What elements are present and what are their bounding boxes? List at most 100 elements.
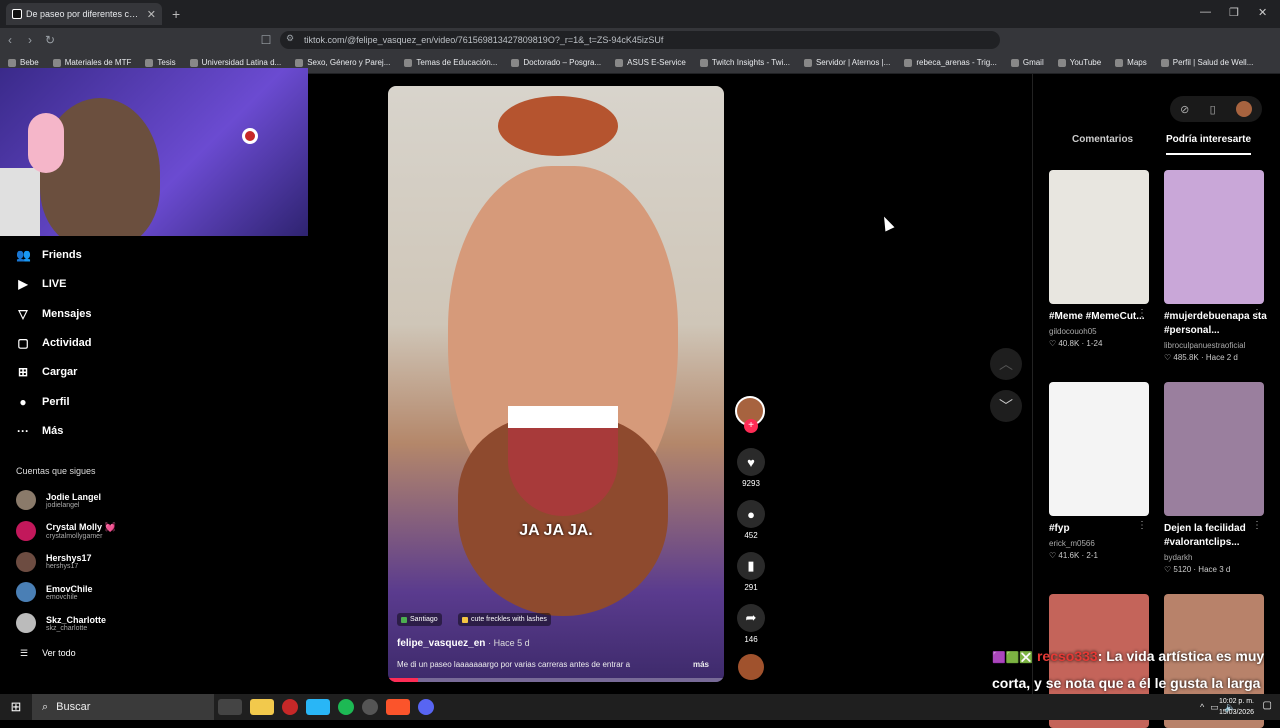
like-button[interactable]: ♥ 9293 bbox=[735, 448, 767, 488]
follow-plus-icon[interactable]: + bbox=[744, 419, 758, 433]
task-view-icon[interactable] bbox=[218, 699, 242, 715]
bookmark-icon[interactable]: ☐ bbox=[256, 33, 276, 47]
comment-button[interactable]: ● 452 bbox=[735, 500, 767, 540]
file-explorer-icon[interactable] bbox=[250, 699, 274, 715]
recommended-video-card[interactable]: Dejen la fecilidad #valorantclips... byda… bbox=[1164, 382, 1268, 574]
recommended-video-card[interactable]: #Meme #MemeCut... gildocouoh05 ♡ 40.8K · 1… bbox=[1049, 170, 1153, 348]
sidebar-item-friends[interactable]: 👥 Friends bbox=[16, 248, 82, 262]
device-icon[interactable]: ▯ bbox=[1210, 103, 1216, 116]
close-tab-icon[interactable]: ✕ bbox=[147, 8, 156, 21]
more-options-icon[interactable]: ⋮ bbox=[1252, 520, 1262, 531]
sidebar-item-cargar[interactable]: ⊞ Cargar bbox=[16, 365, 78, 380]
more-icon: ··· bbox=[17, 423, 29, 438]
bookmark-item[interactable]: Materiales de MTF bbox=[52, 58, 131, 67]
tab-recommended[interactable]: Podría interesarte bbox=[1166, 134, 1252, 155]
bookmark-label: rebeca_arenas - Trig... bbox=[916, 58, 997, 67]
forward-icon[interactable]: › bbox=[20, 33, 40, 47]
bookmark-label: Perfil | Salud de Well... bbox=[1172, 58, 1254, 67]
sidebar-item-ms[interactable]: ··· Más bbox=[16, 424, 63, 438]
reload-icon[interactable]: ↻ bbox=[40, 33, 60, 47]
more-options-icon[interactable]: ⋮ bbox=[1137, 308, 1147, 319]
recommended-video-card[interactable]: #mujerdebuenapa sta #personal... librocul… bbox=[1164, 170, 1268, 362]
video-author[interactable]: felipe_vasquez_en · Hace 5 d bbox=[397, 638, 530, 649]
author-name: felipe_vasquez_en bbox=[397, 638, 486, 649]
like-count: 9293 bbox=[742, 479, 760, 488]
brave-icon[interactable] bbox=[386, 699, 410, 715]
bookmark-item[interactable]: Temas de Educación... bbox=[404, 58, 497, 67]
more-options-icon[interactable]: ⋮ bbox=[1137, 520, 1147, 531]
sidebar-item-perfil[interactable]: ● Perfil bbox=[16, 395, 69, 409]
video-player[interactable]: JA JA JA. Santiago cute freckles with la… bbox=[388, 86, 724, 682]
save-count: 291 bbox=[744, 583, 758, 592]
bookmark-item[interactable]: rebeca_arenas - Trig... bbox=[904, 58, 997, 67]
app-blue-icon[interactable] bbox=[306, 699, 330, 715]
next-video-button[interactable]: ﹀ bbox=[990, 390, 1022, 422]
bookmark-label: Servidor | Aternos |... bbox=[815, 58, 891, 67]
bookmark-favicon-icon bbox=[904, 58, 913, 67]
taskbar-clock[interactable]: 10:02 p. m. 15/03/2026 bbox=[1219, 696, 1254, 718]
account-name: Crystal Molly 💓 bbox=[46, 521, 116, 532]
app-red-icon[interactable] bbox=[282, 699, 298, 715]
obs-icon[interactable] bbox=[362, 699, 378, 715]
post-time: · Hace 5 d bbox=[488, 638, 530, 648]
recommended-video-card[interactable]: #fyp erick_m0566 ♡ 41.6K · 2-1 ⋮ bbox=[1049, 382, 1153, 560]
bookmark-item[interactable]: YouTube bbox=[1057, 58, 1101, 67]
card-username: erick_m0566 bbox=[1049, 539, 1095, 548]
followed-account[interactable]: EmovChile emovchile bbox=[16, 582, 93, 603]
followed-account[interactable]: Skz_Charlotte skz_charlotte bbox=[16, 613, 106, 634]
bookmark-item[interactable]: Universidad Latina d... bbox=[189, 58, 281, 67]
spotify-icon[interactable] bbox=[338, 699, 354, 715]
chair bbox=[0, 168, 40, 236]
more-options-icon[interactable]: ⋮ bbox=[1252, 308, 1262, 319]
network-icon[interactable]: ▭ bbox=[1210, 702, 1219, 713]
bookmark-item[interactable]: Doctorado – Posgra... bbox=[511, 58, 601, 67]
close-window-icon[interactable]: ✕ bbox=[1258, 6, 1267, 19]
music-disc-icon[interactable] bbox=[738, 654, 764, 680]
save-button[interactable]: ▮ 291 bbox=[735, 552, 767, 592]
bookmark-favicon-icon bbox=[615, 58, 624, 67]
video-description: Me di un paseo laaaaaaargo por varias ca… bbox=[397, 660, 717, 669]
bookmark-item[interactable]: Tesis bbox=[145, 58, 176, 67]
compass-icon[interactable]: ⊘ bbox=[1180, 103, 1189, 116]
minimize-icon[interactable]: — bbox=[1200, 6, 1211, 18]
bookmark-item[interactable]: ASUS E-Service bbox=[615, 58, 686, 67]
followed-account[interactable]: Hershys17 hershys17 bbox=[16, 551, 92, 572]
bookmark-item[interactable]: Maps bbox=[1115, 58, 1147, 67]
more-link[interactable]: más bbox=[693, 660, 709, 669]
sidebar-item-live[interactable]: ▶ LIVE bbox=[16, 277, 66, 291]
user-avatar[interactable] bbox=[1235, 101, 1252, 117]
tray-chevron-icon[interactable]: ^ bbox=[1200, 702, 1204, 712]
browser-tab[interactable]: De paseo por diferentes carre ✕ bbox=[6, 3, 162, 25]
back-icon[interactable]: ‹ bbox=[0, 33, 20, 47]
sidebar-item-actividad[interactable]: ▢ Actividad bbox=[16, 336, 91, 350]
video-progress[interactable] bbox=[388, 678, 724, 682]
bookmark-item[interactable]: Perfil | Salud de Well... bbox=[1160, 58, 1254, 67]
upload-icon: ⊞ bbox=[17, 365, 29, 380]
tab-title: De paseo por diferentes carre bbox=[26, 9, 143, 19]
previous-video-button[interactable]: ︿ bbox=[990, 348, 1022, 380]
bookmark-item[interactable]: Twitch Insights - Twi... bbox=[699, 58, 790, 67]
followed-account[interactable]: Crystal Molly 💓 crystalmollygamer bbox=[16, 520, 116, 541]
effect-tag[interactable]: cute freckles with lashes bbox=[458, 613, 551, 626]
bookmark-item[interactable]: Sexo, Género y Parej... bbox=[295, 58, 390, 67]
tab-comments[interactable]: Comentarios bbox=[1072, 134, 1133, 145]
share-button[interactable]: ➦ 146 bbox=[735, 604, 767, 644]
bookmark-item[interactable]: Bebe bbox=[8, 58, 39, 67]
windows-start-icon[interactable]: ⊞ bbox=[0, 699, 32, 715]
new-tab-icon[interactable]: + bbox=[172, 6, 180, 22]
sidebar-item-mensajes[interactable]: ▽ Mensajes bbox=[16, 307, 91, 321]
bookmark-item[interactable]: Servidor | Aternos |... bbox=[803, 58, 891, 67]
location-tag[interactable]: Santiago bbox=[397, 613, 442, 626]
notifications-icon[interactable]: ▢ bbox=[1263, 700, 1272, 711]
video-thumbnail bbox=[1164, 170, 1264, 304]
account-handle: emovchile bbox=[46, 593, 78, 601]
discord-icon[interactable] bbox=[418, 699, 434, 715]
restore-icon[interactable]: ❐ bbox=[1229, 6, 1239, 19]
taskbar-search[interactable]: ⌕ Buscar bbox=[32, 694, 214, 720]
list-icon: ☰ bbox=[20, 648, 29, 658]
site-info-icon[interactable]: ⚙ bbox=[286, 33, 294, 44]
bookmark-item[interactable]: Gmail bbox=[1010, 58, 1044, 67]
see-all-link[interactable]: ☰ Ver todo bbox=[20, 648, 76, 659]
followed-account[interactable]: Jodie Langel jodielangel bbox=[16, 490, 101, 510]
address-bar[interactable]: ⚙ tiktok.com/@felipe_vasquez_en/video/76… bbox=[280, 31, 1000, 49]
